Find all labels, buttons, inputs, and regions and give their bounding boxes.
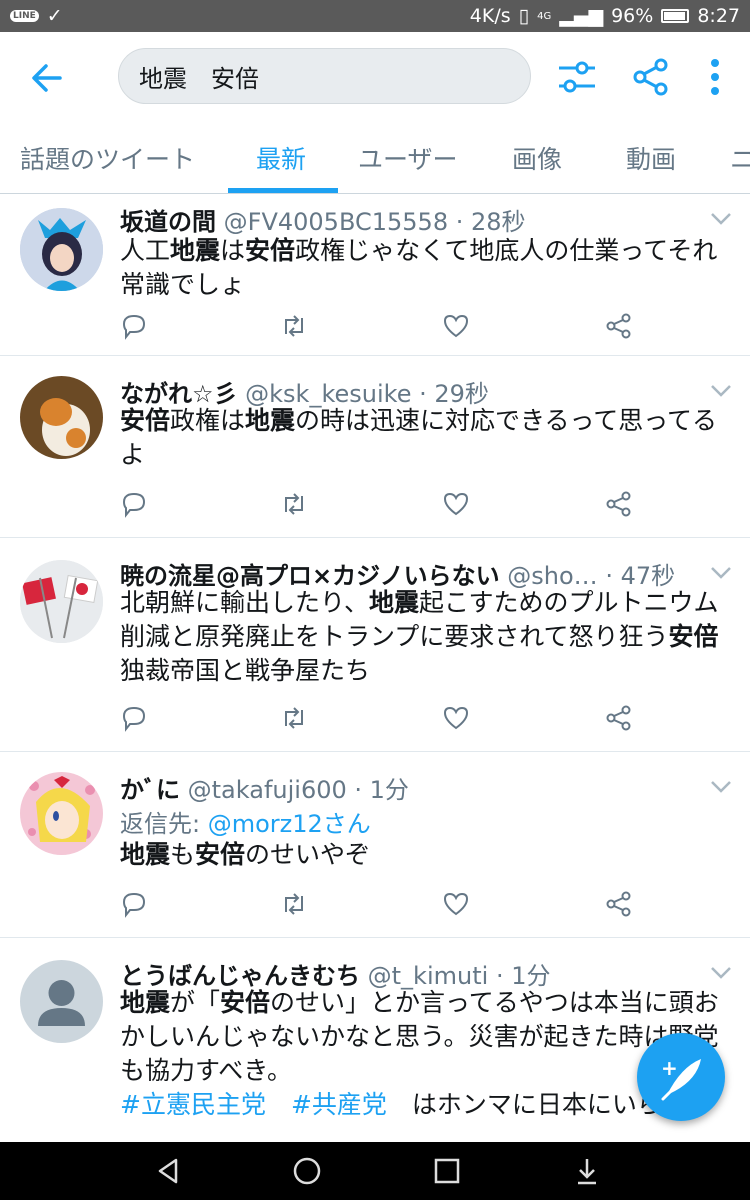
status-bar: LINE ✓ 4K/s ▯ 4G ▂▄▆ 96% 8:27 bbox=[0, 0, 750, 32]
reply-icon[interactable] bbox=[120, 490, 148, 518]
back-arrow-icon[interactable] bbox=[26, 58, 66, 98]
compose-icon: + bbox=[661, 1056, 701, 1101]
tweet-text: 地震も安倍のせいやぞ bbox=[120, 840, 371, 869]
tweet-actions bbox=[120, 890, 640, 920]
tweet-actions bbox=[120, 704, 640, 734]
chevron-down-icon[interactable] bbox=[710, 384, 732, 398]
tab-images[interactable]: 画像 bbox=[512, 140, 562, 176]
tweet-actions bbox=[120, 312, 640, 342]
tweet[interactable]: 坂道の間 @FV4005BC15558 · 28秒 人工地震は安倍政権じゃなくて… bbox=[0, 194, 750, 356]
active-tab-indicator bbox=[228, 188, 338, 193]
tweet[interactable]: 暁の流星@高プロ×カジノいらない @sho… · 47秒 北朝鮮に輸出したり、地… bbox=[0, 538, 750, 752]
search-header: 地震 安倍 bbox=[0, 32, 750, 122]
tab-news[interactable]: ニ bbox=[730, 140, 750, 176]
avatar[interactable] bbox=[20, 560, 103, 643]
avatar[interactable] bbox=[20, 772, 103, 855]
tab-videos[interactable]: 動画 bbox=[626, 140, 676, 176]
tweet-header: 坂道の間 @FV4005BC15558 · 28秒 bbox=[120, 202, 710, 237]
retweet-icon[interactable] bbox=[280, 704, 308, 732]
chevron-down-icon[interactable] bbox=[710, 566, 732, 580]
tab-latest[interactable]: 最新 bbox=[256, 140, 306, 176]
reply-target-link[interactable]: @morz12さん bbox=[208, 810, 371, 838]
avatar[interactable] bbox=[20, 208, 103, 291]
line-app-icon: LINE bbox=[10, 10, 39, 22]
tab-users[interactable]: ユーザー bbox=[358, 140, 458, 176]
tweet-actions bbox=[120, 490, 640, 520]
like-icon[interactable] bbox=[442, 490, 470, 518]
clock: 8:27 bbox=[697, 5, 740, 27]
share-tweet-icon[interactable] bbox=[605, 704, 633, 732]
tweet-text: 北朝鮮に輸出したり、地震起こすためのプルトニウム削減と原発廃止をトランプに要求さ… bbox=[120, 588, 719, 685]
share-tweet-icon[interactable] bbox=[605, 312, 633, 340]
handle: @takafuji600 bbox=[187, 776, 347, 804]
search-tabs: 話題のツイート 最新 ユーザー 画像 動画 ニ bbox=[0, 122, 750, 194]
filter-icon[interactable] bbox=[556, 56, 598, 98]
handle: @FV4005BC15558 bbox=[223, 208, 449, 236]
share-tweet-icon[interactable] bbox=[605, 890, 633, 918]
like-icon[interactable] bbox=[442, 312, 470, 340]
reply-icon[interactable] bbox=[120, 312, 148, 340]
battery-percent: 96% bbox=[611, 5, 654, 27]
chevron-down-icon[interactable] bbox=[710, 966, 732, 980]
display-name[interactable]: かﾞに bbox=[120, 776, 180, 804]
tweet[interactable]: かﾞに @takafuji600 · 1分 返信先: @morz12さん 地震も… bbox=[0, 752, 750, 938]
retweet-icon[interactable] bbox=[280, 890, 308, 918]
retweet-icon[interactable] bbox=[280, 312, 308, 340]
reply-context: 返信先: @morz12さん bbox=[120, 804, 371, 839]
reply-label: 返信先: bbox=[120, 810, 201, 838]
more-icon[interactable] bbox=[694, 56, 736, 98]
tweet-text: 安倍政権は地震の時は迅速に対応できるって思ってるよ bbox=[120, 406, 718, 469]
like-icon[interactable] bbox=[442, 890, 470, 918]
avatar[interactable] bbox=[20, 960, 103, 1043]
tab-top-tweets[interactable]: 話題のツイート bbox=[20, 140, 195, 176]
nav-recent-icon[interactable] bbox=[432, 1156, 462, 1186]
tweet[interactable]: ながれ☆彡 @ksk_kesuike · 29秒 安倍政権は地震の時は迅速に対応… bbox=[0, 356, 750, 538]
tweet-text: 人工地震は安倍政権じゃなくて地底人の仕業ってそれ常識でしょ bbox=[120, 236, 718, 299]
compose-tweet-button[interactable]: + bbox=[637, 1033, 725, 1121]
avatar[interactable] bbox=[20, 376, 103, 459]
reply-icon[interactable] bbox=[120, 704, 148, 732]
search-input[interactable]: 地震 安倍 bbox=[118, 48, 531, 104]
signal-label: 4G bbox=[537, 10, 552, 22]
timestamp: · 1分 bbox=[354, 776, 409, 804]
chevron-down-icon[interactable] bbox=[710, 780, 732, 794]
check-icon: ✓ bbox=[46, 5, 63, 27]
net-speed: 4K/s bbox=[469, 5, 511, 27]
battery-icon bbox=[661, 9, 690, 23]
nav-back-icon[interactable] bbox=[154, 1156, 184, 1186]
system-nav-bar bbox=[0, 1142, 750, 1200]
vibrate-icon: ▯ bbox=[518, 5, 530, 27]
timestamp: · 28秒 bbox=[455, 208, 526, 236]
tweet-header: かﾞに @takafuji600 · 1分 bbox=[120, 770, 710, 805]
share-tweet-icon[interactable] bbox=[605, 490, 633, 518]
chevron-down-icon[interactable] bbox=[710, 212, 732, 226]
tweet-feed[interactable]: 坂道の間 @FV4005BC15558 · 28秒 人工地震は安倍政権じゃなくて… bbox=[0, 194, 750, 1142]
signal-icon: ▂▄▆ bbox=[559, 5, 604, 27]
retweet-icon[interactable] bbox=[280, 490, 308, 518]
svg-text:+: + bbox=[661, 1056, 678, 1080]
nav-down-icon[interactable] bbox=[572, 1156, 602, 1186]
display-name[interactable]: 坂道の間 bbox=[120, 208, 216, 236]
like-icon[interactable] bbox=[442, 704, 470, 732]
nav-home-icon[interactable] bbox=[292, 1156, 322, 1186]
reply-icon[interactable] bbox=[120, 890, 148, 918]
share-icon[interactable] bbox=[630, 56, 672, 98]
